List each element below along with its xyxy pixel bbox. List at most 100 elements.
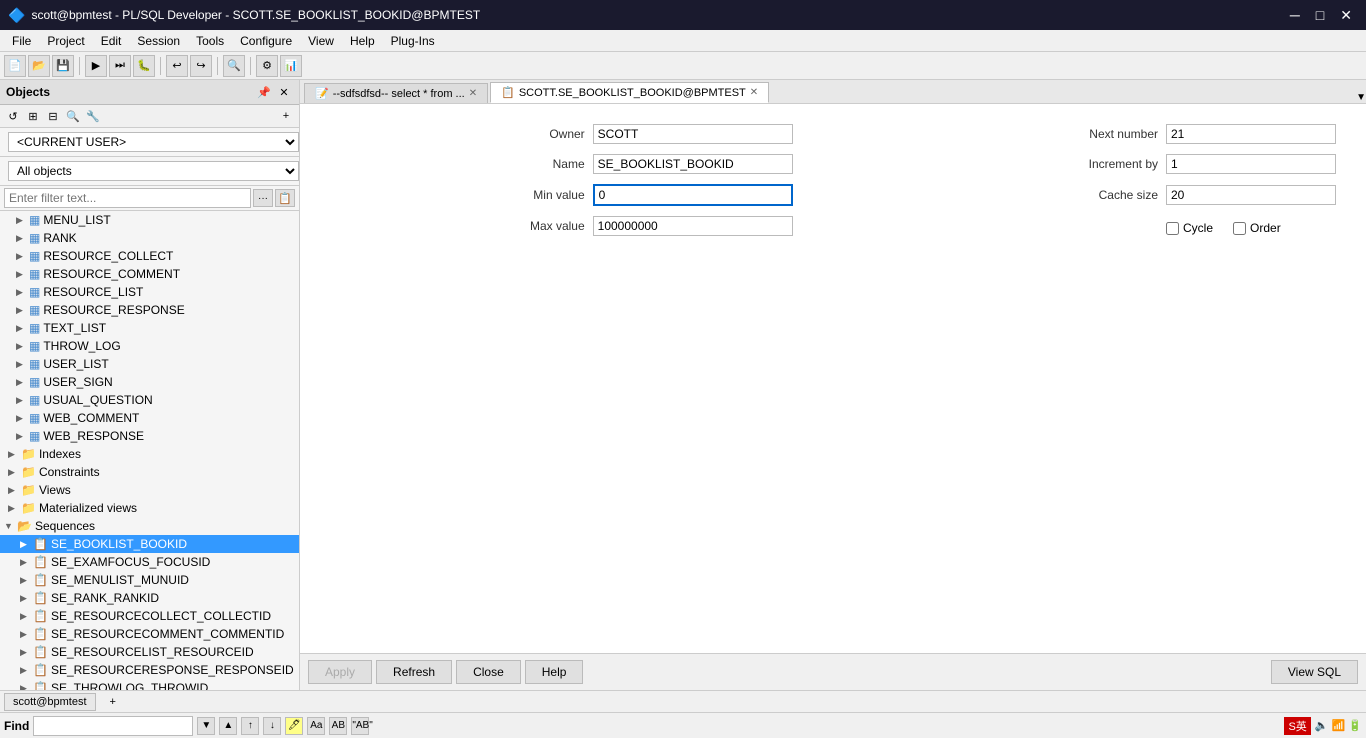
tab-overflow-button[interactable]: ▼ xyxy=(1356,92,1366,103)
tree-item-se-menulist[interactable]: ▶ 📋 SE_MENULIST_MUNUID xyxy=(0,571,299,589)
next-number-input[interactable] xyxy=(1166,124,1336,144)
step-button[interactable]: ⏭ xyxy=(109,55,131,77)
tree-item-se-throwlog[interactable]: ▶ 📋 SE_THROWLOG_THROWID xyxy=(0,679,299,690)
owner-input[interactable] xyxy=(593,124,793,144)
tree-item-usual-question[interactable]: ▶ ▦ USUAL_QUESTION xyxy=(0,391,299,409)
tree-item-user-list[interactable]: ▶ ▦ USER_LIST xyxy=(0,355,299,373)
tree-item-se-resourceresponse[interactable]: ▶ 📋 SE_RESOURCERESPONSE_RESPONSEID xyxy=(0,661,299,679)
name-input[interactable] xyxy=(593,154,793,174)
debug-button[interactable]: 🐛 xyxy=(133,55,155,77)
tree-item-resource-list[interactable]: ▶ ▦ RESOURCE_LIST xyxy=(0,283,299,301)
tree-item-user-sign[interactable]: ▶ ▦ USER_SIGN xyxy=(0,373,299,391)
menu-file[interactable]: File xyxy=(4,32,39,50)
tree-item-se-resourcecomment[interactable]: ▶ 📋 SE_RESOURCECOMMENT_COMMENTID xyxy=(0,625,299,643)
menu-edit[interactable]: Edit xyxy=(93,32,130,50)
search-tree-button[interactable]: 🔍 xyxy=(64,107,82,125)
tree-item-views[interactable]: ▶ 📁 Views xyxy=(0,481,299,499)
find-whole-word-button[interactable]: AB xyxy=(329,717,347,735)
current-user-dropdown[interactable]: <CURRENT USER> xyxy=(8,132,299,152)
tree-item-indexes[interactable]: ▶ 📁 Indexes xyxy=(0,445,299,463)
tab-sql[interactable]: 📝 --sdfsdfsd-- select * from ... ✕ xyxy=(304,83,488,103)
menu-configure[interactable]: Configure xyxy=(232,32,300,50)
tree-item-materialized-views[interactable]: ▶ 📁 Materialized views xyxy=(0,499,299,517)
tree-item-menu-list[interactable]: ▶ ▦ MENU_LIST xyxy=(0,211,299,229)
tree-item-se-rank[interactable]: ▶ 📋 SE_RANK_RANKID xyxy=(0,589,299,607)
find-prev-button[interactable]: ▼ xyxy=(197,717,215,735)
view-sql-button[interactable]: View SQL xyxy=(1271,660,1358,684)
filter-tree-button[interactable]: 🔧 xyxy=(84,107,102,125)
find-button[interactable]: 🔍 xyxy=(223,55,245,77)
maximize-button[interactable]: □ xyxy=(1310,5,1330,26)
filter-input[interactable] xyxy=(4,188,251,208)
tree-item-se-booklist-bookid[interactable]: ▶ 📋 SE_BOOKLIST_BOOKID xyxy=(0,535,299,553)
menu-tools[interactable]: Tools xyxy=(188,32,232,50)
tools-btn1[interactable]: ⚙ xyxy=(256,55,278,77)
tree-item-text-list[interactable]: ▶ ▦ TEXT_LIST xyxy=(0,319,299,337)
expand-all-button[interactable]: ⊞ xyxy=(24,107,42,125)
tree-item-se-resourcecollect[interactable]: ▶ 📋 SE_RESOURCECOLLECT_COLLECTID xyxy=(0,607,299,625)
max-value-input[interactable] xyxy=(593,216,793,236)
tree-item-se-resourcelist[interactable]: ▶ 📋 SE_RESOURCELIST_RESOURCEID xyxy=(0,643,299,661)
panel-close-button[interactable]: ✕ xyxy=(275,83,293,101)
menu-session[interactable]: Session xyxy=(129,32,188,50)
new-button[interactable]: 📄 xyxy=(4,55,26,77)
tree-item-resource-comment[interactable]: ▶ ▦ RESOURCE_COMMENT xyxy=(0,265,299,283)
collapse-all-button[interactable]: ⊟ xyxy=(44,107,62,125)
tree-label: SE_RESOURCERESPONSE_RESPONSEID xyxy=(51,663,294,677)
sequence-icon: 📋 xyxy=(33,645,48,659)
find-down-button[interactable]: ↓ xyxy=(263,717,281,735)
tree-arrow: ▶ xyxy=(20,593,30,604)
add-session-button[interactable]: + xyxy=(104,694,122,710)
tree-item-throw-log[interactable]: ▶ ▦ THROW_LOG xyxy=(0,337,299,355)
help-button[interactable]: Help xyxy=(525,660,584,684)
menu-view[interactable]: View xyxy=(300,32,342,50)
find-highlight-button[interactable]: 🖊 xyxy=(285,717,303,735)
filter-dots-button[interactable]: ··· xyxy=(253,189,273,207)
tree-item-sequences[interactable]: ▼ 📂 Sequences xyxy=(0,517,299,535)
tab-sequence[interactable]: 📋 SCOTT.SE_BOOKLIST_BOOKID@BPMTEST ✕ xyxy=(490,82,769,103)
order-checkbox[interactable] xyxy=(1233,222,1246,235)
tree-item-web-comment[interactable]: ▶ ▦ WEB_COMMENT xyxy=(0,409,299,427)
find-regex-button[interactable]: "AB" xyxy=(351,717,369,735)
session-tab[interactable]: scott@bpmtest xyxy=(4,693,96,711)
tree-item-resource-collect[interactable]: ▶ ▦ RESOURCE_COLLECT xyxy=(0,247,299,265)
all-objects-dropdown[interactable]: All objects xyxy=(8,161,299,181)
tree-arrow: ▶ xyxy=(20,647,30,658)
new-item-button[interactable]: + xyxy=(277,107,295,125)
save-button[interactable]: 💾 xyxy=(52,55,74,77)
find-match-case-button[interactable]: Aa xyxy=(307,717,325,735)
cycle-order-row: Cycle Order xyxy=(1166,221,1336,235)
min-value-input[interactable] xyxy=(593,184,793,206)
open-button[interactable]: 📂 xyxy=(28,55,50,77)
find-next-button[interactable]: ▲ xyxy=(219,717,237,735)
undo-button[interactable]: ↩ xyxy=(166,55,188,77)
refresh-tree-button[interactable]: ↺ xyxy=(4,107,22,125)
menu-help[interactable]: Help xyxy=(342,32,383,50)
tree-item-rank[interactable]: ▶ ▦ RANK xyxy=(0,229,299,247)
tree-item-constraints[interactable]: ▶ 📁 Constraints xyxy=(0,463,299,481)
panel-pin-button[interactable]: 📌 xyxy=(255,83,273,101)
filter-new-button[interactable]: 📋 xyxy=(275,189,295,207)
close-window-button[interactable]: ✕ xyxy=(1334,5,1358,26)
close-button[interactable]: Close xyxy=(456,660,521,684)
tree-item-web-response[interactable]: ▶ ▦ WEB_RESPONSE xyxy=(0,427,299,445)
cycle-checkbox[interactable] xyxy=(1166,222,1179,235)
tree-item-resource-response[interactable]: ▶ ▦ RESOURCE_RESPONSE xyxy=(0,301,299,319)
menu-plugins[interactable]: Plug-Ins xyxy=(383,32,443,50)
find-up-button[interactable]: ↑ xyxy=(241,717,259,735)
folder-icon: 📁 xyxy=(21,483,36,497)
refresh-button[interactable]: Refresh xyxy=(376,660,452,684)
minimize-button[interactable]: ─ xyxy=(1284,5,1306,26)
cache-size-input[interactable] xyxy=(1166,185,1336,205)
tree-item-se-examfocus[interactable]: ▶ 📋 SE_EXAMFOCUS_FOCUSID xyxy=(0,553,299,571)
tools-btn2[interactable]: 📊 xyxy=(280,55,302,77)
tree-container[interactable]: ▶ ▦ MENU_LIST ▶ ▦ RANK ▶ ▦ RESOURCE_COLL… xyxy=(0,211,299,690)
tab-sequence-close[interactable]: ✕ xyxy=(750,87,758,98)
menu-project[interactable]: Project xyxy=(39,32,92,50)
increment-by-input[interactable] xyxy=(1166,154,1336,174)
find-input[interactable] xyxy=(33,716,193,736)
tab-sql-close[interactable]: ✕ xyxy=(469,88,477,99)
redo-button[interactable]: ↪ xyxy=(190,55,212,77)
apply-button[interactable]: Apply xyxy=(308,660,372,684)
run-button[interactable]: ▶ xyxy=(85,55,107,77)
